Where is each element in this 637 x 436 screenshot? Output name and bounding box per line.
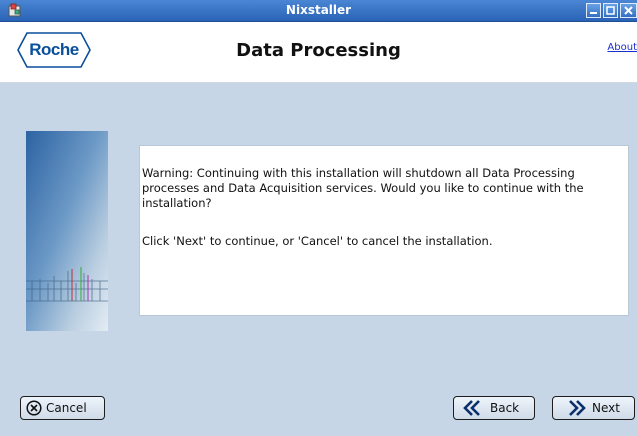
warning-text: Warning: Continuing with this installati… xyxy=(142,166,584,210)
back-label: Back xyxy=(490,401,520,415)
window-title: Nixstaller xyxy=(285,3,352,17)
next-button[interactable]: Next xyxy=(552,396,635,420)
maximize-button[interactable] xyxy=(603,3,618,18)
minimize-icon xyxy=(590,12,597,14)
cancel-button[interactable]: Cancel xyxy=(20,396,105,420)
header-banner: Roche Data Processing About xyxy=(0,22,637,83)
side-banner-image xyxy=(26,131,108,331)
next-label: Next xyxy=(592,401,620,415)
message-panel: Warning: Continuing with this installati… xyxy=(139,145,629,316)
cancel-label: Cancel xyxy=(46,401,87,415)
close-button[interactable] xyxy=(620,3,637,18)
maximize-icon xyxy=(606,6,615,15)
cancel-x-icon xyxy=(26,400,42,416)
instruction-text: Click 'Next' to continue, or 'Cancel' to… xyxy=(142,234,493,248)
about-link[interactable]: About xyxy=(607,42,637,53)
double-chevron-left-icon xyxy=(463,400,480,416)
page-title: Data Processing xyxy=(236,40,401,61)
window-titlebar[interactable]: Nixstaller xyxy=(0,0,637,22)
minimize-button[interactable] xyxy=(586,3,601,18)
double-chevron-right-icon xyxy=(569,400,586,416)
back-button[interactable]: Back xyxy=(453,396,535,420)
close-icon xyxy=(624,6,633,15)
